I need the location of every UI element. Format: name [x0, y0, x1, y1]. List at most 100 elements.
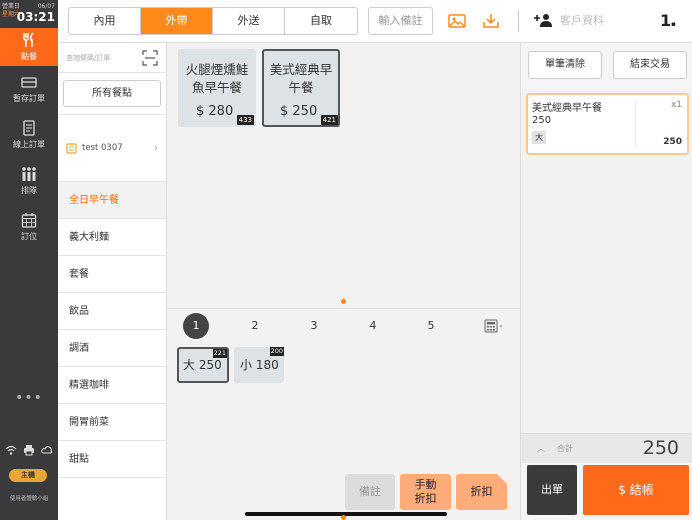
- product-area: 火腿煙燻鮭魚早午餐 $ 280 433 美式經典早午餐 $ 250 421 1 …: [167, 43, 520, 520]
- line-item-total: 250: [663, 137, 682, 147]
- category-item-appetizers[interactable]: 開胃前菜: [58, 404, 166, 441]
- checkout-button[interactable]: $ 結帳: [583, 465, 689, 515]
- page-button-1[interactable]: 1: [183, 313, 209, 339]
- host-badge: 主機: [9, 469, 47, 482]
- sidebar-item-label: 排隊: [21, 186, 37, 195]
- cloud-icon: [41, 446, 53, 454]
- category-item-drinks[interactable]: 飲品: [58, 293, 166, 330]
- document-icon: [23, 120, 35, 136]
- download-icon[interactable]: [482, 12, 500, 30]
- option-pager: 1 2 3 4 5: [167, 311, 520, 341]
- page-button-2[interactable]: 2: [242, 313, 268, 339]
- line-item-name: 美式經典早午餐: [532, 103, 602, 114]
- subtotal-bar[interactable]: ︿ 合計 250: [521, 433, 692, 463]
- order-note-button[interactable]: 輸入備註: [368, 7, 433, 35]
- product-tile[interactable]: 美式經典早午餐 $ 250 421: [262, 49, 340, 127]
- sidebar-item-label: 線上訂單: [13, 140, 45, 149]
- category-item-coffee[interactable]: 精選咖啡: [58, 367, 166, 404]
- order-line-item[interactable]: 美式經典早午餐 x1 250 大 250: [526, 93, 689, 155]
- category-item-pasta[interactable]: 義大利麵: [58, 219, 166, 256]
- add-user-icon: [534, 14, 552, 27]
- sidebar-item-held-orders[interactable]: 暫存訂單: [0, 66, 58, 112]
- category-item-brunch[interactable]: 全日早午餐: [58, 182, 166, 219]
- stock-badge: 433: [236, 115, 254, 125]
- utensils-icon: [23, 32, 34, 47]
- clear-item-button[interactable]: 單筆清除: [528, 51, 602, 79]
- category-item-cocktails[interactable]: 調酒: [58, 330, 166, 367]
- test-entry-label: test 0307: [82, 143, 123, 153]
- order-panel: 單筆清除 結束交易 美式經典早午餐 x1 250 大 250 ︿ 合計 250 …: [520, 43, 692, 520]
- all-items-button[interactable]: 所有餐點: [63, 80, 161, 107]
- page-indicator-dot: [341, 299, 346, 304]
- image-icon[interactable]: [448, 12, 466, 30]
- wifi-icon: [5, 445, 17, 455]
- category-item-set-meal[interactable]: 套餐: [58, 256, 166, 293]
- home-indicator[interactable]: [245, 512, 447, 516]
- customer-info-placeholder: 客戶資料: [560, 14, 604, 27]
- chevron-right-icon: ›: [154, 142, 158, 154]
- stock-badge: 200: [269, 347, 284, 356]
- product-tile[interactable]: 火腿煙燻鮭魚早午餐 $ 280 433: [178, 49, 256, 127]
- product-price: $ 250: [280, 104, 318, 119]
- order-actions: 單筆清除 結束交易: [521, 43, 692, 89]
- sidebar-item-label: 暫存訂單: [13, 94, 45, 103]
- calculator-icon[interactable]: [484, 319, 498, 333]
- user-name: 使用者體驗小組: [9, 496, 49, 502]
- tab-delivery[interactable]: 外送: [213, 8, 285, 34]
- page-button-4[interactable]: 4: [360, 313, 386, 339]
- checkout-footer: 出單 $ 結帳: [521, 463, 692, 520]
- item-note-button[interactable]: 備註: [345, 474, 395, 510]
- category-item-desserts[interactable]: 甜點: [58, 441, 166, 478]
- divider: [167, 308, 520, 309]
- page-indicator-dot: [341, 515, 346, 520]
- manual-discount-label: 手動折扣: [414, 478, 437, 505]
- sidebar-item-online-orders[interactable]: 線上訂單: [0, 112, 58, 158]
- stock-badge: 221: [212, 349, 227, 358]
- subtotal-label: 合計: [557, 444, 573, 453]
- sidebar-item-order[interactable]: 點餐: [0, 28, 58, 66]
- category-panel: 查詢條碼/訂單 所有餐點 test 0307 › 全日早午餐 義大利麵 套餐 飲…: [58, 43, 167, 520]
- option-label: 大 250: [183, 358, 222, 372]
- customer-info-button[interactable]: 客戶資料: [534, 12, 604, 28]
- toolbar-divider: [518, 10, 519, 32]
- main-sidebar: 營業日 星期六 06/07 03:21 點餐 暫存訂單 線上訂單 排隊 訂位 •…: [0, 0, 58, 520]
- sidebar-item-queue[interactable]: 排隊: [0, 158, 58, 204]
- printer-icon: [24, 445, 34, 456]
- stock-badge: 421: [320, 115, 338, 125]
- page-button-3[interactable]: 3: [301, 313, 327, 339]
- line-item-size-tag: 大: [532, 131, 546, 144]
- test-menu-entry[interactable]: test 0307 ›: [58, 114, 166, 182]
- line-item-qty: x1: [670, 100, 682, 110]
- tray-icon: [21, 77, 37, 88]
- product-name: 美式經典早午餐: [269, 62, 333, 95]
- corner-fold: [497, 474, 507, 484]
- clock-text: 03:21: [16, 10, 55, 24]
- discount-label: 折扣: [470, 485, 493, 498]
- scan-icon[interactable]: [142, 49, 158, 66]
- more-menu-button[interactable]: •••: [0, 390, 58, 406]
- sidebar-item-label: 點餐: [21, 52, 37, 61]
- option-label: 小 180: [240, 358, 279, 372]
- tab-takeout[interactable]: 外帶: [141, 8, 213, 34]
- top-bar: 內用 外帶 外送 自取 輸入備註 客戶資料 1▪: [58, 0, 692, 43]
- manual-discount-button[interactable]: 手動折扣: [400, 474, 451, 510]
- order-mode-selector: 內用 外帶 外送 自取: [68, 7, 358, 35]
- size-option-large[interactable]: 大 250 221: [177, 347, 229, 383]
- divider: [635, 101, 636, 149]
- chevron-up-icon[interactable]: ︿: [537, 443, 545, 454]
- print-order-button[interactable]: 出單: [527, 465, 577, 515]
- product-price: $ 280: [196, 104, 234, 119]
- guest-count[interactable]: 1▪: [660, 11, 676, 30]
- status-header: 營業日 星期六 06/07 03:21: [0, 0, 58, 28]
- person-icon: ▪: [671, 20, 676, 28]
- size-option-small[interactable]: 小 180 200: [234, 347, 284, 383]
- sidebar-item-reservation[interactable]: 訂位: [0, 204, 58, 250]
- tab-dine-in[interactable]: 內用: [69, 8, 141, 34]
- page-button-5[interactable]: 5: [418, 313, 444, 339]
- tab-pickup[interactable]: 自取: [285, 8, 357, 34]
- end-transaction-button[interactable]: 結束交易: [613, 51, 687, 79]
- barcode-search[interactable]: 查詢條碼/訂單: [58, 43, 166, 73]
- line-item-unit-price: 250: [532, 115, 552, 126]
- discount-button[interactable]: 折扣: [456, 474, 507, 510]
- search-input[interactable]: 查詢條碼/訂單: [66, 53, 110, 63]
